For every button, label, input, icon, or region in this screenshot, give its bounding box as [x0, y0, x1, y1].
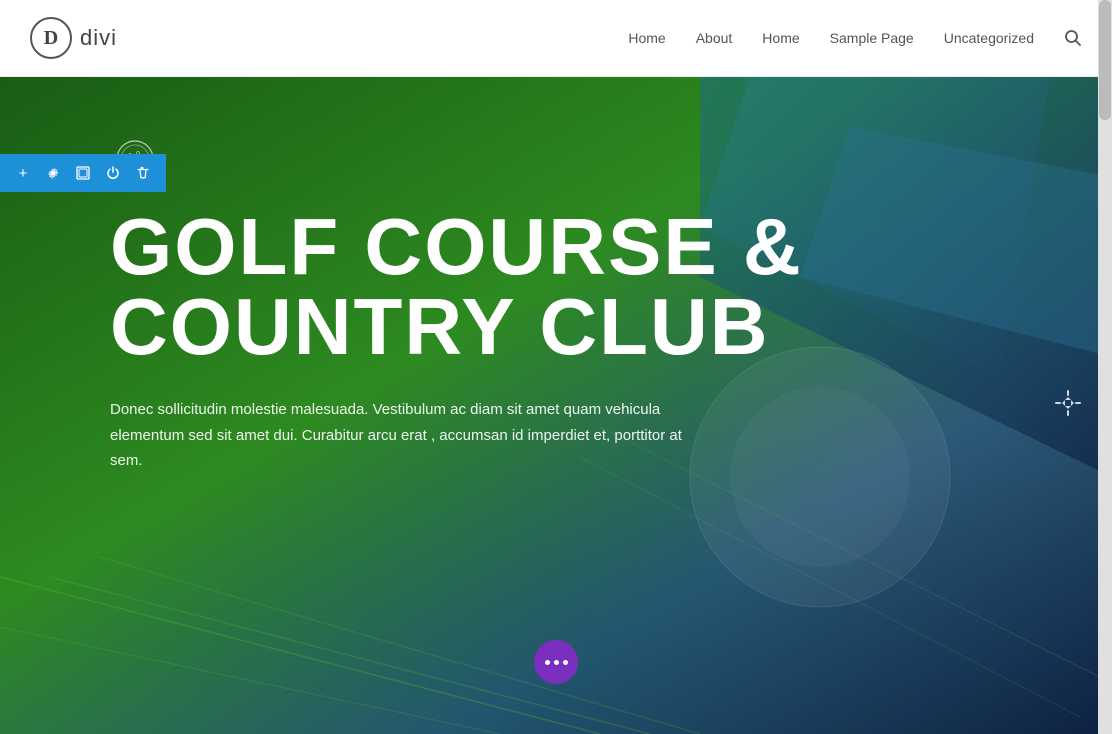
delete-button[interactable] [130, 160, 156, 186]
nav-item-about[interactable]: About [696, 30, 733, 46]
nav-item-home2[interactable]: Home [762, 30, 799, 46]
hero-description: Donec sollicitudin molestie malesuada. V… [110, 397, 690, 474]
nav-item-home1[interactable]: Home [628, 30, 665, 46]
scrollbar-thumb[interactable] [1099, 0, 1111, 120]
nav-item-uncategorized[interactable]: Uncategorized [944, 30, 1034, 46]
editor-toolbar: + [0, 154, 166, 192]
add-element-button[interactable]: + [10, 160, 36, 186]
hero-title: GOLF COURSE & COUNTRY CLUB [110, 207, 860, 367]
scrollbar[interactable] [1098, 0, 1112, 734]
header: D divi Home About Home Sample Page Uncat… [0, 0, 1112, 77]
hero-section: + [0, 77, 1112, 734]
hero-content: GOLF COURSE & COUNTRY CLUB Donec sollici… [0, 77, 1112, 734]
logo-text: divi [80, 25, 117, 51]
search-button[interactable] [1064, 29, 1082, 47]
main-nav: Home About Home Sample Page Uncategorize… [628, 29, 1082, 47]
power-button[interactable] [100, 160, 126, 186]
nav-item-sample-page[interactable]: Sample Page [830, 30, 914, 46]
logo[interactable]: D divi [30, 17, 117, 59]
layout-button[interactable] [70, 160, 96, 186]
logo-icon: D [30, 17, 72, 59]
dots-menu-button[interactable] [534, 640, 578, 684]
settings-button[interactable] [40, 160, 66, 186]
